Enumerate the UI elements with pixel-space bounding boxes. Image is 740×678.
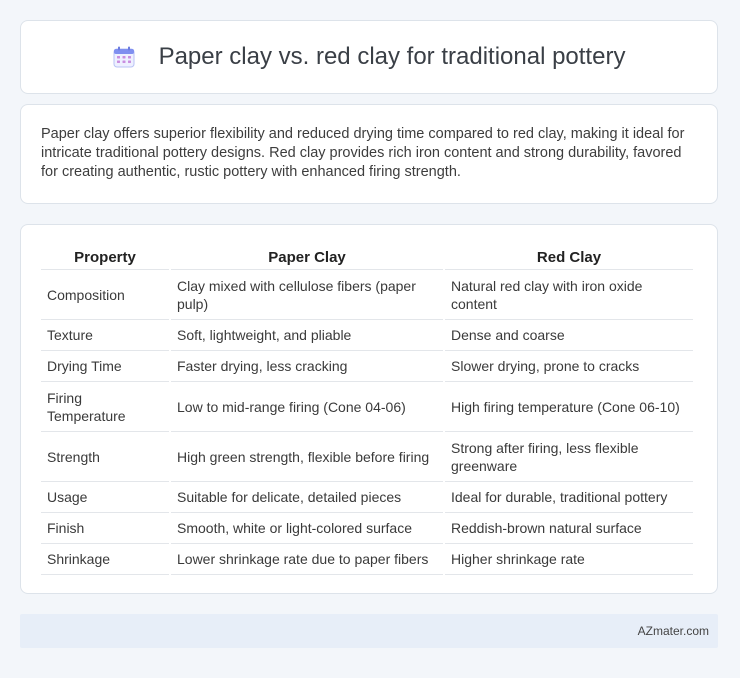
table-header-row: Property Paper Clay Red Clay: [41, 245, 693, 270]
cell-paper-clay: Clay mixed with cellulose fibers (paper …: [171, 270, 443, 320]
summary-card: Paper clay offers superior flexibility a…: [20, 104, 718, 204]
title-wrap: Paper clay vs. red clay for traditional …: [113, 43, 626, 71]
cell-paper-clay: Low to mid-range firing (Cone 04-06): [171, 382, 443, 432]
cell-paper-clay: High green strength, flexible before fir…: [171, 432, 443, 482]
cell-paper-clay: Soft, lightweight, and pliable: [171, 320, 443, 351]
table-row: Strength High green strength, flexible b…: [41, 432, 693, 482]
table-row: Composition Clay mixed with cellulose fi…: [41, 270, 693, 320]
cell-property: Texture: [41, 320, 169, 351]
cell-property: Firing Temperature: [41, 382, 169, 432]
cell-red-clay: High firing temperature (Cone 06-10): [445, 382, 693, 432]
page-title: Paper clay vs. red clay for traditional …: [158, 43, 626, 70]
cell-property: Finish: [41, 513, 169, 544]
cell-paper-clay: Faster drying, less cracking: [171, 351, 443, 382]
cell-red-clay: Ideal for durable, traditional pottery: [445, 482, 693, 513]
comparison-table: Property Paper Clay Red Clay Composition…: [39, 245, 695, 575]
table-row: Texture Soft, lightweight, and pliable D…: [41, 320, 693, 351]
table-row: Shrinkage Lower shrinkage rate due to pa…: [41, 544, 693, 575]
cell-paper-clay: Smooth, white or light-colored surface: [171, 513, 443, 544]
table-row: Drying Time Faster drying, less cracking…: [41, 351, 693, 382]
table-row: Usage Suitable for delicate, detailed pi…: [41, 482, 693, 513]
table-row: Firing Temperature Low to mid-range firi…: [41, 382, 693, 432]
cell-red-clay: Reddish-brown natural surface: [445, 513, 693, 544]
summary-text: Paper clay offers superior flexibility a…: [41, 126, 685, 180]
calendar-icon: [113, 46, 135, 68]
footer: AZmater.com: [20, 614, 718, 648]
cell-red-clay: Slower drying, prone to cracks: [445, 351, 693, 382]
cell-property: Composition: [41, 270, 169, 320]
header-property: Property: [41, 245, 169, 270]
table-row: Finish Smooth, white or light-colored su…: [41, 513, 693, 544]
cell-paper-clay: Suitable for delicate, detailed pieces: [171, 482, 443, 513]
cell-red-clay: Higher shrinkage rate: [445, 544, 693, 575]
cell-property: Strength: [41, 432, 169, 482]
cell-red-clay: Strong after firing, less flexible green…: [445, 432, 693, 482]
footer-brand[interactable]: AZmater.com: [638, 624, 709, 638]
cell-property: Shrinkage: [41, 544, 169, 575]
cell-red-clay: Natural red clay with iron oxide content: [445, 270, 693, 320]
comparison-card: Property Paper Clay Red Clay Composition…: [20, 224, 718, 594]
cell-property: Drying Time: [41, 351, 169, 382]
cell-property: Usage: [41, 482, 169, 513]
cell-paper-clay: Lower shrinkage rate due to paper fibers: [171, 544, 443, 575]
header-red-clay: Red Clay: [445, 245, 693, 270]
header-paper-clay: Paper Clay: [171, 245, 443, 270]
cell-red-clay: Dense and coarse: [445, 320, 693, 351]
title-card: Paper clay vs. red clay for traditional …: [20, 20, 718, 94]
